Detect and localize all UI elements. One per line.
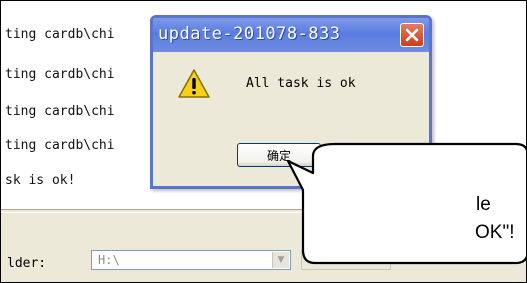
callout-text-line1: le bbox=[476, 194, 491, 215]
screenshot-frame: . ting cardb\chi ting cardb\chi ting car… bbox=[0, 0, 527, 283]
callout-text-line2: OK"! bbox=[475, 222, 515, 243]
speech-bubble bbox=[286, 142, 526, 265]
